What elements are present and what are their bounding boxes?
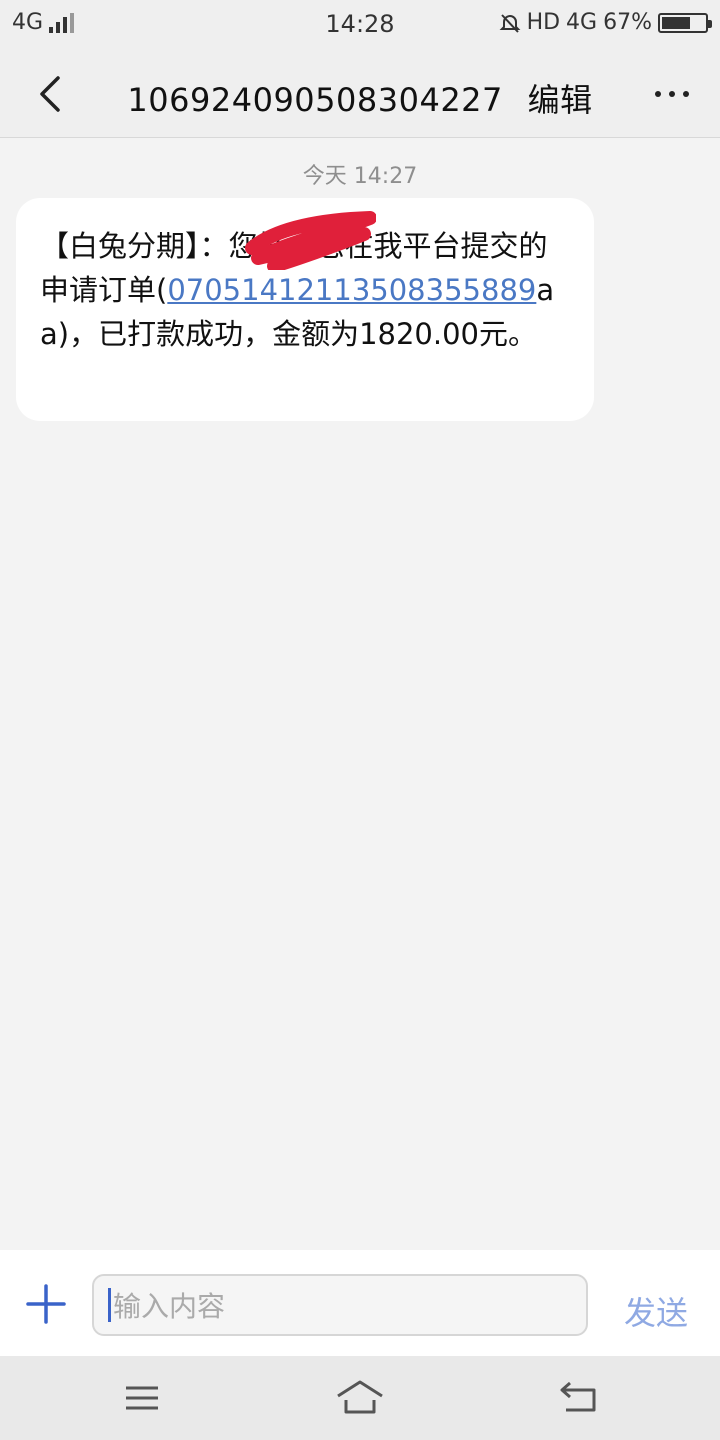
back-arrow-icon <box>560 1381 596 1412</box>
more-options-button[interactable] <box>652 76 692 112</box>
redaction-scribble <box>245 211 376 270</box>
message-bubble[interactable]: 【白兔分期】：您好，您在我平台提交的申请订单(07051412113508355… <box>16 198 594 421</box>
hd-label: HD <box>526 10 561 35</box>
conversation-header: 106924090508304227 编辑 <box>0 50 720 138</box>
more-dots-icon <box>655 91 689 97</box>
home-icon <box>337 1380 383 1414</box>
message-timestamp: 今天 14:27 <box>302 164 418 189</box>
send-button[interactable]: 发送 <box>624 1288 688 1334</box>
home-button[interactable] <box>334 1378 386 1418</box>
menu-icon <box>126 1386 158 1410</box>
message-list[interactable]: 今天 14:27 【白兔分期】：您好，您在我平台提交的申请订单(07051412… <box>0 138 720 1250</box>
network-type-right: 4G <box>566 10 598 35</box>
order-number-link[interactable]: 07051412113508355889 <box>167 273 536 307</box>
header-title: 106924090508304227 编辑 <box>0 75 720 121</box>
message-input[interactable]: 输入内容 <box>92 1274 588 1336</box>
compose-bar: 输入内容 发送 <box>0 1250 720 1356</box>
menu-button[interactable] <box>118 1378 166 1418</box>
mute-bell-icon <box>499 13 520 33</box>
text-caret <box>108 1288 111 1322</box>
return-button[interactable] <box>556 1378 604 1418</box>
plus-icon <box>26 1284 66 1324</box>
status-bar: 4G 14:28 HD 4G 67% <box>0 0 720 50</box>
battery-icon <box>658 12 712 33</box>
system-nav-bar <box>0 1356 720 1440</box>
status-right: HD 4G 67% <box>499 10 712 35</box>
sms-conversation-screen: 4G 14:28 HD 4G 67% 106924090508304227 编辑… <box>0 0 720 1440</box>
message-input-placeholder: 输入内容 <box>113 1290 226 1323</box>
message-sender-tag: 【白兔分期】 <box>40 229 200 263</box>
sender-number: 106924090508304227 <box>127 81 503 119</box>
add-attachment-button[interactable] <box>26 1284 66 1324</box>
edit-button[interactable]: 编辑 <box>528 81 593 119</box>
battery-percent: 67% <box>603 10 652 35</box>
